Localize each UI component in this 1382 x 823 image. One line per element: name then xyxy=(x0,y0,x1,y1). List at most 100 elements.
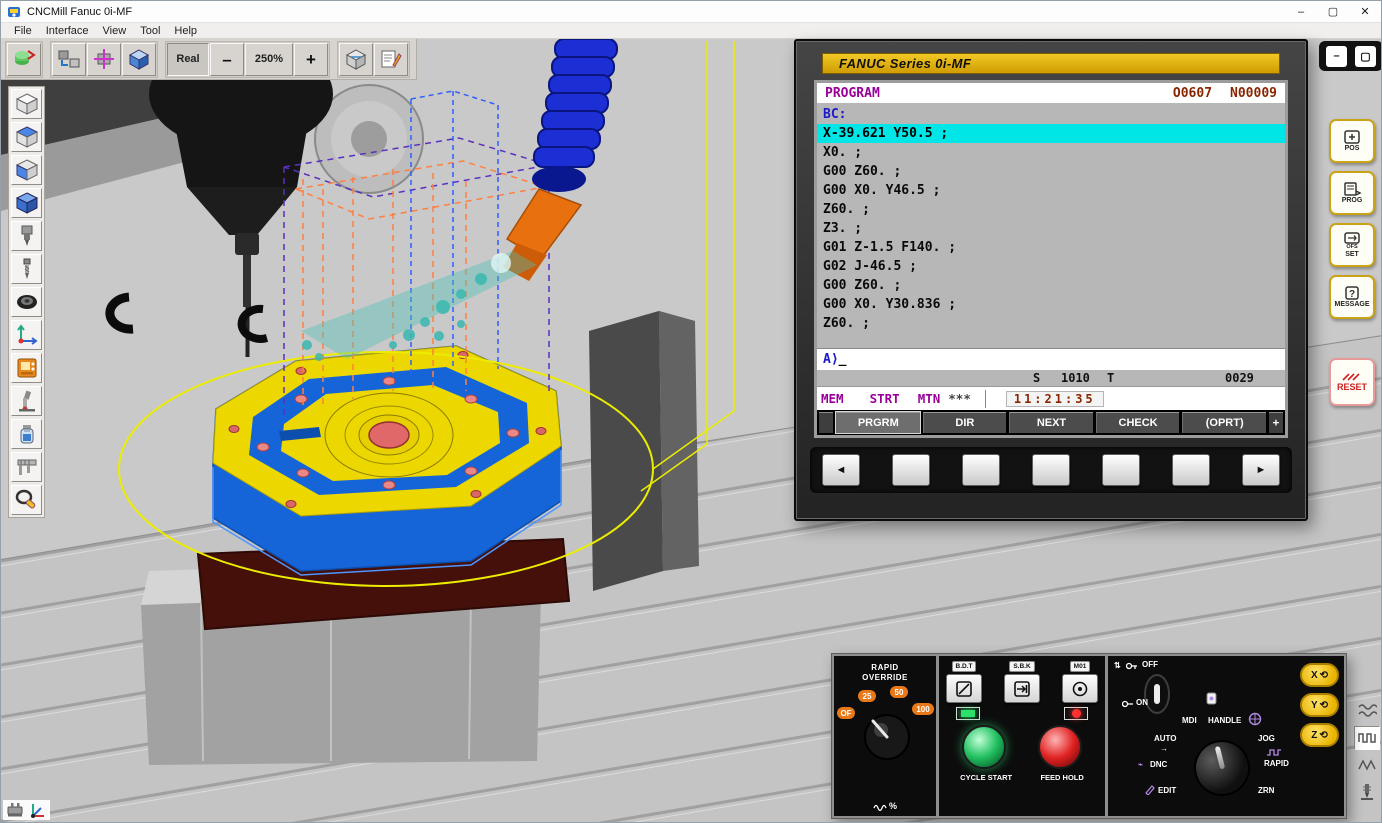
reset-key[interactable]: RESET xyxy=(1329,358,1375,406)
machine-view-button[interactable] xyxy=(52,43,86,76)
square-wave-button[interactable] xyxy=(1354,726,1380,750)
svg-text:25: 25 xyxy=(863,692,872,701)
ofs-set-key[interactable]: OFS SET xyxy=(1329,223,1375,267)
coordinate-axes-button[interactable] xyxy=(11,320,42,350)
operator-panel: RAPID OVERRIDE OF 25 50 100 % xyxy=(831,653,1347,819)
menu-file[interactable]: File xyxy=(7,25,39,37)
zoom-in-button[interactable]: + xyxy=(294,43,328,76)
tool-holder-button[interactable] xyxy=(11,221,42,251)
softkey-plus[interactable]: + xyxy=(1269,412,1283,433)
key-switch[interactable] xyxy=(1144,674,1170,714)
mode-zrn-label: ZRN xyxy=(1258,786,1274,795)
menu-tool[interactable]: Tool xyxy=(133,25,167,37)
mdi-input-line[interactable]: A⟩_ xyxy=(817,348,1285,370)
program-line: G00 X0. Y30.836 ; xyxy=(823,295,1279,314)
close-icon[interactable]: ✕ xyxy=(1349,1,1381,23)
drill-tool-button[interactable] xyxy=(11,254,42,284)
caliper-button[interactable] xyxy=(11,452,42,482)
softkey-f2[interactable] xyxy=(962,454,1000,486)
softkey-f3[interactable] xyxy=(1032,454,1070,486)
sine-wave-button[interactable] xyxy=(1354,699,1380,723)
m01-key[interactable] xyxy=(1062,674,1098,703)
panel-maximize-icon[interactable]: ▢ xyxy=(1355,46,1376,67)
minimize-icon[interactable]: – xyxy=(1285,1,1317,23)
tap-drill-button[interactable] xyxy=(1354,780,1380,804)
control-panel-button[interactable] xyxy=(11,353,42,383)
softkey-check[interactable]: CHECK xyxy=(1096,412,1180,433)
tool-holder-icon xyxy=(15,224,39,248)
prompt-cursor: _ xyxy=(839,352,847,367)
svg-text:OF: OF xyxy=(840,709,851,718)
iso-view-button[interactable] xyxy=(122,43,156,76)
rapid-override-knob[interactable]: OF 25 50 100 xyxy=(835,683,935,767)
pos-key[interactable]: POS xyxy=(1329,119,1375,163)
softkey-row: PRGRM DIR NEXT CHECK (OPRT) + xyxy=(817,410,1285,435)
probe-button[interactable] xyxy=(11,386,42,416)
menu-help[interactable]: Help xyxy=(167,25,204,37)
softkey-dir[interactable]: DIR xyxy=(923,412,1007,433)
softkey-f4[interactable] xyxy=(1102,454,1140,486)
cnc-screen: PROGRAM O0607 N00009 BC: X-39.621 Y50.5 … xyxy=(817,83,1285,435)
maximize-icon[interactable]: ▢ xyxy=(1317,1,1349,23)
view-front-face-button[interactable] xyxy=(11,155,42,185)
softkey-oprt[interactable]: (OPRT) xyxy=(1182,412,1266,433)
view-top-face-button[interactable] xyxy=(11,122,42,152)
screen-title: PROGRAM xyxy=(825,86,880,101)
softkey-page-left[interactable]: ◄ xyxy=(822,454,860,486)
mode-edit-label: EDIT xyxy=(1158,786,1176,795)
softkey-next[interactable]: NEXT xyxy=(1009,412,1093,433)
tap-drill-icon xyxy=(1357,782,1377,802)
reset-slash-icon xyxy=(1341,372,1363,382)
chuck-button[interactable] xyxy=(11,287,42,317)
driver-tool-icon xyxy=(15,488,39,512)
softkey-f5[interactable] xyxy=(1172,454,1210,486)
z-rotate-icon: ⟲ xyxy=(1319,730,1327,741)
view-solid-cube-button[interactable] xyxy=(11,188,42,218)
menu-view[interactable]: View xyxy=(96,25,134,37)
zoom-level-display[interactable]: 250% xyxy=(245,43,293,76)
softkey-left-blank[interactable] xyxy=(819,412,833,433)
sbk-key[interactable] xyxy=(1004,674,1040,703)
render-mode-button[interactable]: Real xyxy=(167,43,209,76)
mode-selector-knob[interactable] xyxy=(1188,734,1256,802)
coolant-gauge-button[interactable] xyxy=(11,419,42,449)
key-off-label: OFF xyxy=(1142,660,1158,669)
driver-tool-button[interactable] xyxy=(11,485,42,515)
view-sidebar xyxy=(8,86,45,518)
x-axis-button[interactable]: X⟲ xyxy=(1300,663,1339,687)
y-axis-button[interactable]: Y⟲ xyxy=(1300,693,1339,717)
panel-minimize-icon[interactable]: – xyxy=(1326,46,1347,67)
caliper-icon xyxy=(15,455,39,479)
mode-mdi-label: MDI xyxy=(1182,716,1197,725)
softkey-page-right[interactable]: ► xyxy=(1242,454,1280,486)
cycle-start-button[interactable] xyxy=(962,725,1006,769)
softkey-prgrm[interactable]: PRGRM xyxy=(836,412,920,433)
edit-program-button[interactable] xyxy=(374,43,408,76)
view-wire-cube-button[interactable] xyxy=(11,89,42,119)
mode-rapid-label: RAPID xyxy=(1264,759,1289,768)
pan-view-button[interactable] xyxy=(87,43,121,76)
iso-view-icon xyxy=(127,47,151,71)
feed-hold-button[interactable] xyxy=(1038,725,1082,769)
program-listing: BC: X-39.621 Y50.5 ; X0. ; G00 Z60. ; G0… xyxy=(817,103,1285,348)
tool-number: 0029 xyxy=(1225,371,1254,385)
softkey-f1[interactable] xyxy=(892,454,930,486)
zoom-out-button[interactable]: – xyxy=(210,43,244,76)
zoom-out-icon: – xyxy=(222,51,231,68)
axes-mini-icon[interactable] xyxy=(29,801,47,819)
cube-top-icon xyxy=(15,125,39,149)
zigzag-wave-button[interactable] xyxy=(1354,753,1380,777)
svg-text:50: 50 xyxy=(895,688,904,697)
active-program-line: X-39.621 Y50.5 ; xyxy=(817,124,1285,143)
workpiece-setup-button[interactable] xyxy=(7,43,41,76)
square-wave-icon xyxy=(1357,729,1377,747)
display-options-button[interactable] xyxy=(339,43,373,76)
zoom-in-icon: + xyxy=(306,51,316,68)
bdt-key[interactable] xyxy=(946,674,982,703)
z-axis-button[interactable]: Z⟲ xyxy=(1300,723,1339,747)
message-key[interactable]: ? MESSAGE xyxy=(1329,275,1375,319)
toolbar: Real – 250% + xyxy=(1,39,417,80)
menu-interface[interactable]: Interface xyxy=(39,25,96,37)
clamp-icon[interactable] xyxy=(6,801,24,819)
prog-key[interactable]: PROG xyxy=(1329,171,1375,215)
